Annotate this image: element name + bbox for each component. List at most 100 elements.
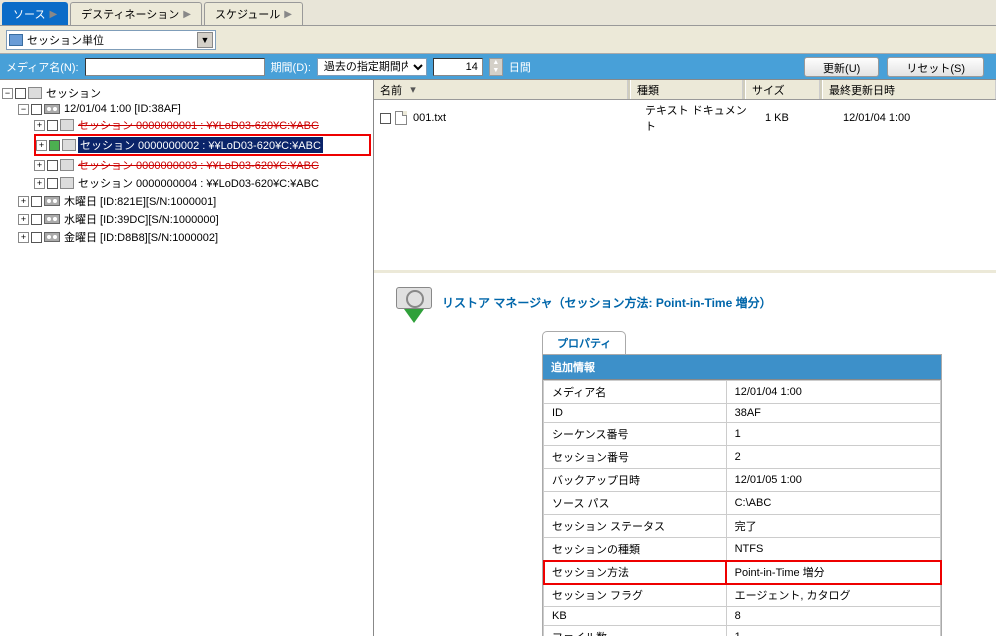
collapse-icon[interactable]: − [2, 88, 13, 99]
checkbox[interactable] [31, 232, 42, 243]
expand-icon[interactable]: + [18, 196, 29, 207]
period-spinner[interactable]: ▲▼ [489, 58, 503, 76]
tape-icon [44, 104, 60, 114]
main-area: − セッション − 12/01/04 1:00 [ID:38AF] [0, 80, 996, 636]
reset-button[interactable]: リセット(S) [887, 57, 984, 77]
tab-destination[interactable]: デスティネーション▶ [70, 2, 202, 25]
property-key: バックアップ日時 [544, 469, 727, 492]
property-key: シーケンス番号 [544, 423, 727, 446]
expand-icon[interactable]: + [34, 120, 45, 131]
checkbox[interactable] [380, 113, 391, 124]
checkbox[interactable] [47, 160, 58, 171]
media-name-input[interactable] [85, 58, 265, 76]
mode-dropdown[interactable]: セッション単位 ▼ [6, 30, 216, 50]
period-select[interactable]: 過去の指定期間内 [317, 58, 427, 76]
chevron-right-icon: ▶ [183, 9, 191, 20]
property-key: ID [544, 404, 727, 423]
tab-schedule[interactable]: スケジュール▶ [204, 2, 303, 25]
session-icon [62, 139, 76, 151]
property-row: KB8 [544, 607, 941, 626]
property-row: ソース パスC:\ABC [544, 492, 941, 515]
right-panel: 名前▾ 種類 サイズ 最終更新日時 001.txt テキスト ドキュメント 1 … [374, 80, 996, 636]
properties-table: メディア名12/01/04 1:00ID38AFシーケンス番号1セッション番号2… [543, 380, 941, 636]
checkbox[interactable] [31, 196, 42, 207]
expand-icon[interactable]: + [18, 232, 29, 243]
property-row: セッション フラグエージェント, カタログ [544, 584, 941, 607]
tree-date-node[interactable]: − 12/01/04 1:00 [ID:38AF] [18, 102, 371, 116]
col-size[interactable]: サイズ [746, 80, 820, 99]
property-key: ソース パス [544, 492, 727, 515]
tab-source[interactable]: ソース▶ [2, 2, 68, 25]
detail-title: リストア マネージャ（セッション方法: Point-in-Time 増分） [442, 294, 772, 311]
spin-up-icon: ▲ [490, 59, 502, 67]
session-icon [60, 159, 74, 171]
tree-day-1[interactable]: + 木曜日 [ID:821E][S/N:1000001] [18, 192, 371, 210]
tree-session-2[interactable]: + セッション 0000000002 : ¥¥LoD03-620¥C:¥ABC [36, 136, 369, 154]
checkbox[interactable] [31, 104, 42, 115]
property-row: メディア名12/01/04 1:00 [544, 381, 941, 404]
file-list[interactable]: 001.txt テキスト ドキュメント 1 KB 12/01/04 1:00 [374, 100, 996, 270]
toolbar-filter: メディア名(N): 期間(D): 過去の指定期間内 ▲▼ 日間 更新(U) リセ… [0, 54, 996, 80]
file-name: 001.txt [411, 112, 639, 124]
session-icon [28, 87, 42, 99]
spin-down-icon: ▼ [490, 67, 502, 75]
tree-session-3[interactable]: + セッション 0000000003 : ¥¥LoD03-620¥C:¥ABC [34, 156, 371, 174]
collapse-icon[interactable]: − [18, 104, 29, 115]
col-kind[interactable]: 種類 [631, 80, 743, 99]
checkbox-checked[interactable] [49, 140, 60, 151]
property-value: 12/01/05 1:00 [726, 469, 940, 492]
property-value: 1 [726, 626, 940, 636]
property-value: 1 [726, 423, 940, 446]
property-row: セッション方法Point-in-Time 増分 [544, 561, 941, 584]
property-row: ID38AF [544, 404, 941, 423]
property-key: ファイル数 [544, 626, 727, 636]
property-key: セッション番号 [544, 446, 727, 469]
property-value: 12/01/04 1:00 [726, 381, 940, 404]
property-value: 38AF [726, 404, 940, 423]
tree-panel[interactable]: − セッション − 12/01/04 1:00 [ID:38AF] [0, 80, 374, 636]
expand-icon[interactable]: + [34, 160, 45, 171]
property-row: セッション ステータス完了 [544, 515, 941, 538]
media-name-label: メディア名(N): [6, 59, 79, 75]
file-columns: 名前▾ 種類 サイズ 最終更新日時 [374, 80, 996, 100]
checkbox[interactable] [47, 120, 58, 131]
property-row: シーケンス番号1 [544, 423, 941, 446]
tree-session-4[interactable]: + セッション 0000000004 : ¥¥LoD03-620¥C:¥ABC [34, 174, 371, 192]
file-size: 1 KB [763, 112, 837, 124]
tree-root[interactable]: − セッション [2, 84, 371, 102]
property-value: 2 [726, 446, 940, 469]
properties-section: プロパティ 追加情報 メディア名12/01/04 1:00ID38AFシーケンス… [542, 331, 988, 636]
restore-manager-icon [394, 287, 434, 317]
col-date[interactable]: 最終更新日時 [823, 80, 996, 99]
file-row[interactable]: 001.txt テキスト ドキュメント 1 KB 12/01/04 1:00 [374, 100, 996, 136]
property-key: セッション方法 [544, 561, 727, 584]
expand-icon[interactable]: + [18, 214, 29, 225]
col-name[interactable]: 名前▾ [374, 80, 628, 99]
tab-bar: ソース▶ デスティネーション▶ スケジュール▶ [0, 0, 996, 26]
property-key: セッションの種類 [544, 538, 727, 561]
checkbox[interactable] [47, 178, 58, 189]
session-icon [9, 34, 23, 46]
property-key: セッション フラグ [544, 584, 727, 607]
tape-icon [44, 214, 60, 224]
period-number-input[interactable] [433, 58, 483, 76]
checkbox[interactable] [31, 214, 42, 225]
checkbox[interactable] [15, 88, 26, 99]
property-key: セッション ステータス [544, 515, 727, 538]
tree-day-3[interactable]: + 金曜日 [ID:D8B8][S/N:1000002] [18, 228, 371, 246]
expand-icon[interactable]: + [34, 178, 45, 189]
session-icon [60, 119, 74, 131]
expand-icon[interactable]: + [36, 140, 47, 151]
update-button[interactable]: 更新(U) [804, 57, 879, 77]
toolbar-mode: セッション単位 ▼ [0, 26, 996, 54]
tree-day-2[interactable]: + 水曜日 [ID:39DC][S/N:1000000] [18, 210, 371, 228]
chevron-right-icon: ▶ [49, 9, 57, 20]
property-key: メディア名 [544, 381, 727, 404]
detail-panel: リストア マネージャ（セッション方法: Point-in-Time 増分） プロ… [374, 270, 996, 636]
chevron-down-icon[interactable]: ▼ [197, 32, 213, 48]
tree-session-1[interactable]: + セッション 0000000001 : ¥¥LoD03-620¥C:¥ABC [34, 116, 371, 134]
chevron-right-icon: ▶ [284, 9, 292, 20]
property-value: 8 [726, 607, 940, 626]
properties-tab[interactable]: プロパティ [542, 331, 626, 354]
file-icon [395, 111, 407, 125]
